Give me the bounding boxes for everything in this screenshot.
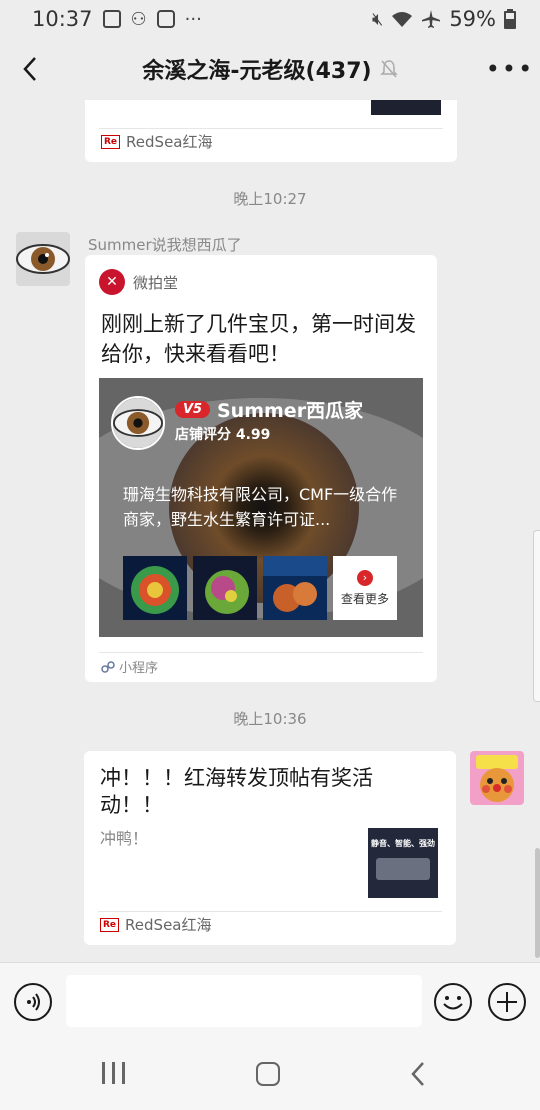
mini-program-header: ✕ 微拍堂 — [99, 269, 178, 295]
timestamp: 晚上10:36 — [233, 710, 307, 728]
edge-panel-handle[interactable] — [533, 530, 540, 702]
weipaitang-logo-icon: ✕ — [99, 269, 125, 295]
recent-apps-button[interactable] — [102, 1062, 132, 1088]
message-divider — [99, 128, 443, 129]
app-notification-icon — [156, 10, 175, 28]
gallery-notification-icon — [102, 10, 121, 28]
link-thumbnail — [371, 100, 441, 115]
back-arrow-icon — [23, 57, 36, 81]
recent-apps-icon — [102, 1062, 125, 1088]
nav-back-button[interactable] — [410, 1060, 426, 1092]
voice-icon — [27, 993, 40, 1011]
input-bar — [0, 962, 540, 1040]
shop-card[interactable]: V5 Summer西瓜家 店铺评分 4.99 珊海生物科技有限公司，CMF一级合… — [99, 378, 423, 637]
chat-area[interactable]: Re RedSea红海 晚上10:27 Summer说我想西瓜了 ✕ 微拍堂 刚… — [0, 100, 540, 962]
more-options-button[interactable]: ••• — [480, 38, 540, 100]
vip-badge: V5 — [175, 401, 211, 418]
back-button[interactable] — [0, 38, 60, 100]
link-source-name: RedSea红海 — [125, 916, 212, 934]
emoji-icon — [443, 996, 463, 1010]
system-nav-bar — [0, 1040, 540, 1110]
link-message-top[interactable]: Re RedSea红海 — [85, 100, 457, 162]
chat-title-text: 余溪之海-元老级(437) — [142, 59, 372, 84]
home-button[interactable] — [256, 1062, 280, 1086]
redsea-logo-icon: Re — [101, 134, 121, 149]
mini-program-name: 微拍堂 — [133, 273, 179, 292]
battery-icon — [504, 9, 516, 29]
airplane-icon — [422, 10, 441, 28]
thumbnail-product — [376, 858, 430, 880]
message-divider — [98, 911, 442, 912]
emoji-button[interactable] — [434, 983, 472, 1021]
shop-avatar — [111, 396, 165, 450]
mini-program-label: 小程序 — [119, 661, 159, 676]
product-thumbnail[interactable] — [193, 556, 257, 620]
nav-back-icon — [411, 1062, 424, 1086]
link-thumbnail: 静音、智能、强劲 — [368, 828, 438, 898]
shop-score: 店铺评分 4.99 — [175, 427, 271, 443]
link-source: Re RedSea红海 — [100, 914, 212, 935]
plus-icon — [497, 992, 517, 1012]
message-input[interactable] — [66, 975, 422, 1027]
chat-header: 余溪之海-元老级(437) ••• — [0, 38, 540, 100]
see-more-label: 查看更多 — [340, 591, 389, 606]
battery-percent: 59% — [449, 7, 496, 31]
scrollbar[interactable] — [535, 848, 540, 958]
link-thumbnail-text: 静音、智能、强劲 — [371, 839, 435, 848]
chevron-right-icon: › — [357, 569, 373, 586]
timestamp: 晚上10:27 — [233, 190, 307, 208]
shop-description: 珊海生物科技有限公司，CMF一级合作商家，野生水生繁育许可证... — [123, 485, 398, 529]
link-source-name: RedSea红海 — [126, 133, 213, 151]
redsea-logo-icon: Re — [100, 917, 120, 932]
shop-name: Summer西瓜家 — [217, 400, 364, 422]
mini-program-icon — [101, 660, 115, 673]
product-thumbnail[interactable] — [263, 556, 327, 620]
game-notification-icon: ⚇ — [130, 8, 147, 30]
link-source: Re RedSea红海 — [101, 131, 213, 152]
sender-avatar[interactable] — [16, 232, 70, 286]
mute-bell-icon — [379, 60, 398, 78]
mini-program-message[interactable]: ✕ 微拍堂 刚刚上新了几件宝贝，第一时间发给你，快来看看吧！ V5 Summer… — [85, 255, 437, 682]
link-title: 冲！！！红海转发顶帖有奖活动！！ — [100, 766, 373, 817]
my-avatar[interactable] — [470, 751, 524, 805]
more-notifications-icon: ··· — [184, 8, 202, 30]
status-bar: 10:37 ⚇ ··· 🔇︎ 59% — [0, 0, 540, 38]
eye-avatar-icon — [16, 232, 70, 286]
see-more-button[interactable]: › 查看更多 — [333, 556, 397, 620]
mini-program-text: 刚刚上新了几件宝贝，第一时间发给你，快来看看吧！ — [101, 312, 416, 366]
more-functions-button[interactable] — [488, 983, 526, 1021]
mini-program-footer: 小程序 — [101, 657, 158, 676]
mini-program-divider — [99, 652, 423, 653]
sender-name: Summer说我想西瓜了 — [88, 236, 242, 254]
status-time: 10:37 — [32, 7, 93, 31]
mute-icon: 🔇︎ — [371, 8, 384, 30]
cartoon-avatar-icon — [470, 751, 524, 805]
product-thumbnail[interactable] — [123, 556, 187, 620]
wifi-icon — [392, 12, 413, 27]
link-message[interactable]: 冲！！！红海转发顶帖有奖活动！！ 冲鸭！ 静音、智能、强劲 Re RedSea红… — [84, 751, 456, 945]
link-subtitle: 冲鸭！ — [100, 829, 149, 848]
voice-button[interactable] — [14, 983, 52, 1021]
chat-title: 余溪之海-元老级(437) — [60, 53, 480, 85]
more-dots-icon: ••• — [485, 55, 535, 83]
